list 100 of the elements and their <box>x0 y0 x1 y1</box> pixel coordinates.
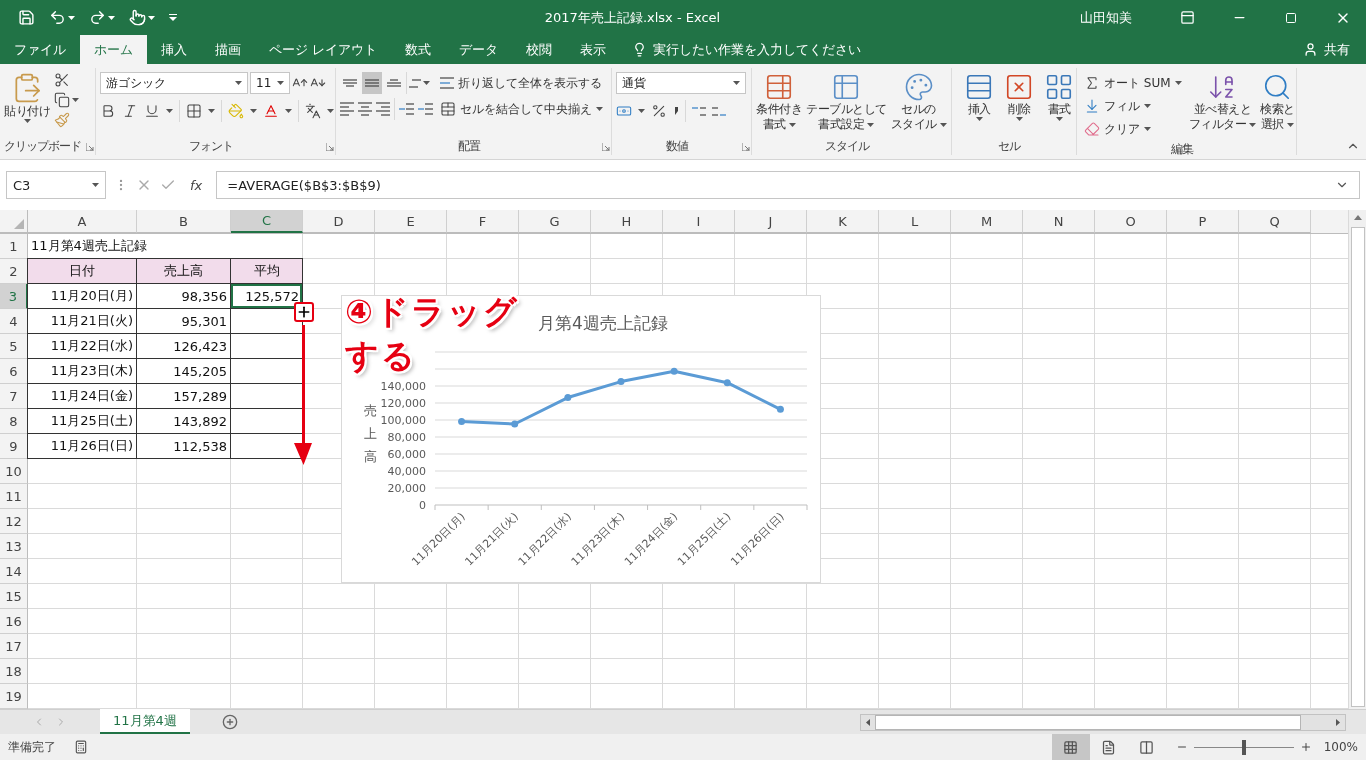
column-header[interactable]: M <box>951 210 1023 233</box>
formula-field[interactable]: =AVERAGE($B$3:$B$9) <box>216 171 1360 199</box>
view-button[interactable] <box>1051 734 1090 760</box>
column-header[interactable]: C <box>231 210 303 233</box>
dialog-launcher-icon[interactable] <box>86 143 94 151</box>
ribbon-tab[interactable]: ホーム <box>80 35 147 64</box>
row-header[interactable]: 7 <box>0 384 28 409</box>
row-header[interactable]: 19 <box>0 684 28 709</box>
redo-icon[interactable] <box>89 9 106 26</box>
row-header[interactable]: 4 <box>0 309 28 334</box>
row-header[interactable]: 15 <box>0 584 28 609</box>
macro-icon[interactable] <box>74 740 88 754</box>
font-name-dropdown[interactable]: 游ゴシック <box>100 72 248 94</box>
row-header[interactable]: 11 <box>0 484 28 509</box>
ribbon-tab[interactable]: ページ レイアウト <box>255 35 392 64</box>
align-left-icon[interactable] <box>340 102 354 116</box>
touch-mode-icon[interactable] <box>129 9 146 26</box>
table-cell[interactable]: 125,572 <box>230 283 303 309</box>
ribbon-tab[interactable]: データ <box>445 35 513 64</box>
column-header[interactable]: A <box>28 210 137 233</box>
column-header[interactable]: Q <box>1239 210 1311 233</box>
share-button[interactable]: 共有 <box>1287 35 1366 64</box>
zoom-in-icon[interactable] <box>1299 741 1312 753</box>
decrease-decimal-icon[interactable] <box>712 106 726 116</box>
row-header[interactable]: 18 <box>0 659 28 684</box>
increase-decimal-icon[interactable] <box>692 106 706 116</box>
italic-icon[interactable] <box>122 103 138 119</box>
dialog-launcher-icon[interactable] <box>602 143 610 151</box>
cells-button[interactable]: 挿入 <box>964 68 994 137</box>
row-header[interactable]: 16 <box>0 609 28 634</box>
row-header[interactable]: 14 <box>0 559 28 584</box>
underline-icon[interactable] <box>144 103 160 119</box>
ribbon-options-icon[interactable] <box>1179 10 1195 25</box>
column-heading-cell[interactable]: 日付 <box>27 258 137 284</box>
column-header[interactable]: O <box>1095 210 1167 233</box>
sheet-tab[interactable]: 11月第4週 <box>100 709 190 734</box>
editing-button[interactable]: 検索と 選択 <box>1260 68 1295 140</box>
scroll-right-icon[interactable] <box>1336 718 1340 726</box>
comma-style-icon[interactable] <box>673 106 679 116</box>
zoom-slider-thumb[interactable] <box>1241 739 1246 755</box>
font-color-icon[interactable] <box>263 103 279 119</box>
row-header[interactable]: 2 <box>0 259 28 284</box>
row-header[interactable]: 1 <box>0 234 28 259</box>
orientation-icon[interactable] <box>409 78 421 88</box>
insert-function-button[interactable]: fx <box>190 177 203 193</box>
row-header[interactable]: 9 <box>0 434 28 459</box>
tell-me-search[interactable]: 実行したい作業を入力してください <box>620 35 874 64</box>
column-header[interactable]: L <box>879 210 951 233</box>
cells-button[interactable]: 書式 <box>1044 68 1074 137</box>
phonetic-icon[interactable] <box>305 103 321 119</box>
column-heading-cell[interactable]: 売上高 <box>136 258 231 284</box>
clear-button[interactable]: クリア <box>1081 118 1185 140</box>
ribbon-tab[interactable]: 挿入 <box>147 35 201 64</box>
restore-icon[interactable] <box>1285 11 1297 24</box>
ribbon-tab[interactable]: 表示 <box>566 35 621 64</box>
number-format-dropdown[interactable]: 通貨 <box>616 72 746 94</box>
cells-button[interactable]: 削除 <box>1004 68 1034 137</box>
undo-icon[interactable] <box>49 9 66 26</box>
column-header[interactable]: H <box>591 210 663 233</box>
fill-button[interactable]: フィル <box>1081 95 1185 117</box>
row-header[interactable]: 13 <box>0 534 28 559</box>
column-header[interactable]: J <box>735 210 807 233</box>
dialog-launcher-icon[interactable] <box>742 143 750 151</box>
row-header[interactable]: 10 <box>0 459 28 484</box>
scroll-up-icon[interactable] <box>1353 215 1362 220</box>
cut-icon[interactable] <box>54 72 70 88</box>
style-button[interactable]: セルの スタイル <box>890 68 947 137</box>
column-header[interactable]: D <box>303 210 375 233</box>
column-header[interactable]: B <box>137 210 231 233</box>
column-header[interactable]: G <box>519 210 591 233</box>
fill-color-icon[interactable] <box>228 103 244 119</box>
font-size-dropdown[interactable]: 11 <box>250 72 290 94</box>
decrease-indent-icon[interactable] <box>399 103 414 115</box>
autosum-button[interactable]: オート SUM <box>1081 72 1185 94</box>
add-sheet-icon[interactable] <box>222 714 238 730</box>
column-header[interactable]: K <box>807 210 879 233</box>
vertical-scrollbar[interactable] <box>1348 210 1366 709</box>
wrap-text-button[interactable]: 折り返して全体を表示する <box>437 72 606 94</box>
ribbon-tab[interactable]: 数式 <box>391 35 446 64</box>
row-header[interactable]: 3 <box>0 284 28 309</box>
column-header[interactable]: I <box>663 210 735 233</box>
paste-button[interactable]: 貼り付け <box>4 68 50 137</box>
row-header[interactable]: 6 <box>0 359 28 384</box>
borders-icon[interactable] <box>186 103 202 119</box>
row-header[interactable]: 5 <box>0 334 28 359</box>
copy-icon[interactable] <box>54 92 70 108</box>
bold-icon[interactable] <box>100 103 116 119</box>
table-cell[interactable]: 11月26日(日) <box>27 433 137 459</box>
column-header[interactable]: P <box>1167 210 1239 233</box>
currency-icon[interactable] <box>616 103 632 119</box>
ribbon-tab[interactable]: ファイル <box>0 35 80 64</box>
row-header[interactable]: 8 <box>0 409 28 434</box>
increase-indent-icon[interactable] <box>418 103 433 115</box>
save-icon[interactable] <box>18 9 35 26</box>
vertical-align-button[interactable] <box>362 72 382 94</box>
name-box[interactable]: C3 <box>6 171 106 199</box>
align-center-icon[interactable] <box>358 102 372 116</box>
column-heading-cell[interactable]: 平均 <box>230 258 303 284</box>
editing-button[interactable]: 並べ替えと フィルター <box>1188 68 1257 140</box>
row-header[interactable]: 17 <box>0 634 28 659</box>
